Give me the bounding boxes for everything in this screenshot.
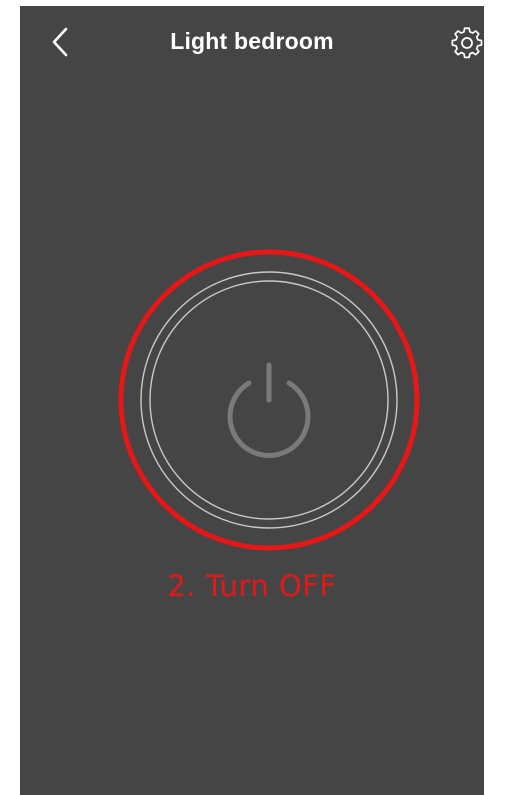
annotation-label: 2. Turn OFF (167, 569, 337, 603)
app-screen: Light bedroom 2. Turn OFF (20, 6, 484, 795)
gear-icon (451, 27, 483, 59)
power-control (118, 249, 420, 551)
page-title: Light bedroom (170, 28, 334, 54)
bottom-area (20, 769, 484, 795)
top-bar: Light bedroom (20, 6, 484, 78)
settings-button[interactable] (450, 26, 484, 60)
power-icon (227, 362, 311, 458)
power-button[interactable] (140, 271, 398, 529)
